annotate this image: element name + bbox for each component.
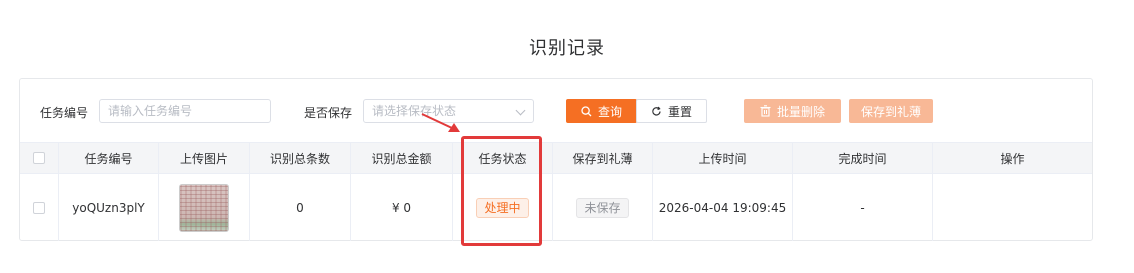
cell-total-count: 0 <box>250 174 351 241</box>
header-total-count: 识别总条数 <box>250 143 351 173</box>
cell-actions <box>933 174 1092 241</box>
header-finish-time: 完成时间 <box>793 143 933 173</box>
search-button-label: 查询 <box>597 104 622 119</box>
cell-saved-to-book: 未保存 <box>553 174 653 241</box>
header-upload-image: 上传图片 <box>159 143 250 173</box>
select-all-checkbox[interactable] <box>33 152 45 164</box>
records-panel: 任务编号 请输入任务编号 是否保存 请选择保存状态 查询 重置 批量删除 保存到… <box>19 78 1093 241</box>
reset-icon <box>652 106 661 116</box>
uploaded-image-thumbnail[interactable] <box>179 183 229 232</box>
saved-status-label: 是否保存 <box>304 106 353 120</box>
saved-badge: 未保存 <box>576 197 629 218</box>
cell-upload-image <box>159 174 250 241</box>
cell-finish-time: - <box>793 174 933 241</box>
cell-upload-time: 2026-04-04 19:09:45 <box>653 174 793 241</box>
header-actions: 操作 <box>1000 151 1025 166</box>
reset-button[interactable]: 重置 <box>636 99 707 123</box>
row-checkbox[interactable] <box>33 201 45 214</box>
batch-delete-button[interactable]: 批量删除 <box>744 99 841 123</box>
page-title: 识别记录 <box>529 38 605 59</box>
trash-icon <box>760 105 771 117</box>
table-row: yoQUzn3plY 0 ¥ 0 处理中 未保存 2026-04-04 19:0… <box>20 174 1092 241</box>
table-header: 任务编号 上传图片 识别总条数 识别总金额 任务状态 保存到礼薄 上传时间 完成… <box>20 142 1092 174</box>
status-highlight-box <box>461 136 542 246</box>
header-total-amount: 识别总金额 <box>351 143 453 173</box>
search-icon <box>581 105 592 116</box>
save-to-book-button[interactable]: 保存到礼薄 <box>849 99 933 123</box>
search-button[interactable]: 查询 <box>566 99 637 123</box>
header-saved-to-book: 保存到礼薄 <box>553 143 653 173</box>
cell-task-no: yoQUzn3plY <box>59 174 159 241</box>
row-select <box>20 174 59 241</box>
header-select-all <box>20 143 59 173</box>
cell-total-amount: ¥ 0 <box>351 174 453 241</box>
reset-button-label: 重置 <box>667 104 692 119</box>
batch-delete-label: 批量删除 <box>776 104 825 119</box>
header-task-no: 任务编号 <box>59 143 159 173</box>
task-no-placeholder: 请输入任务编号 <box>108 104 193 118</box>
header-upload-time: 上传时间 <box>653 143 793 173</box>
task-no-input[interactable]: 请输入任务编号 <box>99 99 271 123</box>
save-to-book-label: 保存到礼薄 <box>860 104 921 119</box>
chevron-down-icon <box>515 105 526 116</box>
saved-status-placeholder: 请选择保存状态 <box>372 104 457 118</box>
task-no-label: 任务编号 <box>40 106 89 120</box>
saved-status-select[interactable]: 请选择保存状态 <box>363 99 534 123</box>
